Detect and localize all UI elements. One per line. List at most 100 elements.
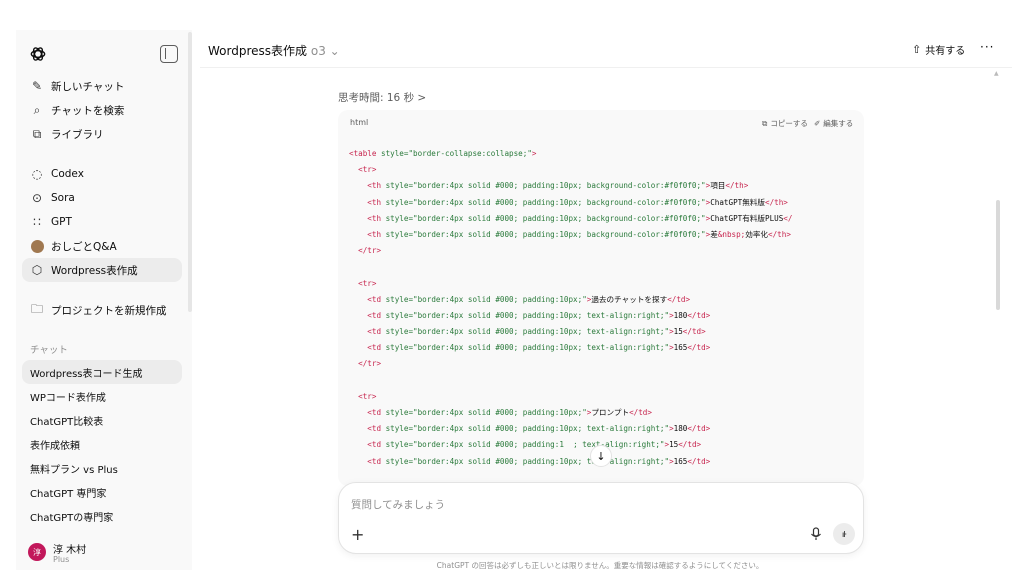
chat-item[interactable]: 無料プラン vs Plus: [22, 456, 182, 480]
code-token: style=: [376, 149, 409, 158]
chat-item[interactable]: WPコード表作成: [22, 384, 182, 408]
code-token: &nbsp;: [717, 229, 746, 239]
code-token: "border:4px solid #000; padding:10px; te…: [413, 310, 670, 320]
code-content: <table style="border-collapse:collapse;"…: [349, 146, 864, 470]
sidebar-item-codex[interactable]: ◌ Codex: [22, 162, 182, 186]
scroll-down-button[interactable]: ↓: [590, 445, 612, 467]
code-token: 差: [710, 229, 718, 239]
chats-heading: チャット: [30, 345, 68, 356]
model-selector[interactable]: Wordpress表作成 o3 ⌄: [208, 42, 340, 59]
share-icon: ⇧: [912, 43, 922, 56]
code-token: "border:4px solid #000; padding:10px; te…: [413, 424, 670, 434]
code-token: style=: [381, 327, 414, 337]
search-icon: ⌕: [33, 102, 41, 117]
chat-item[interactable]: ChatGPT比較表: [22, 408, 182, 432]
code-token: "border-collapse:collapse;": [408, 149, 532, 158]
chat-item[interactable]: ChatGPT 専門家: [22, 480, 182, 504]
copy-button[interactable]: ⧉ コピーする: [762, 118, 808, 129]
sidebar-item-label: おしごとQ&A: [51, 240, 117, 253]
code-token: <td: [367, 424, 382, 434]
sidebar-item-search-chats[interactable]: ⌕ チャットを検索: [22, 98, 182, 122]
code-token: style=: [381, 181, 414, 191]
edit-label: 編集する: [823, 119, 854, 128]
code-line: <th style="border:4px solid #000; paddin…: [349, 178, 864, 194]
main-scrollbar[interactable]: ▲: [994, 70, 1000, 510]
code-language: html: [350, 118, 369, 127]
message-input[interactable]: 質問してみましょう: [351, 497, 445, 512]
edit-icon: ✎: [31, 79, 43, 93]
code-token: 180: [673, 424, 688, 434]
code-token: <tr>: [358, 165, 377, 175]
code-line: <tr>: [349, 389, 864, 405]
chatgpt-logo-icon[interactable]: [28, 44, 48, 64]
code-token: <td: [367, 456, 382, 466]
code-token: <th: [367, 181, 382, 191]
code-line: </tr>: [349, 243, 864, 259]
code-token: style=: [381, 440, 414, 450]
chat-item[interactable]: 表作成依頼: [22, 432, 182, 456]
edit-code-icon: ✐: [814, 119, 821, 128]
scrollbar-thumb[interactable]: [996, 200, 1000, 310]
user-plan: Plus: [53, 555, 70, 564]
sidebar-item-new-chat[interactable]: ✎ 新しいチャット: [22, 74, 182, 98]
code-token: 項目: [710, 181, 726, 191]
sidebar-item-label: プロジェクトを新規作成: [51, 304, 167, 317]
sidebar-header: [16, 42, 192, 66]
app-window: ✎ 新しいチャット ⌕ チャットを検索 ⧉ ライブラリ ◌ Codex ⊙ So…: [0, 30, 1024, 570]
codex-icon: ◌: [31, 167, 43, 181]
code-token: style=: [381, 213, 414, 223]
user-name: 淳 木村: [53, 545, 87, 556]
code-token: </th>: [765, 197, 788, 207]
code-token: </td>: [678, 440, 702, 450]
sidebar-item-label: Sora: [51, 192, 75, 204]
code-token: "border:4px solid #000; padding:1: [413, 440, 564, 450]
code-token: </tr>: [358, 359, 382, 369]
code-token: style=: [381, 229, 414, 239]
code-token: </td>: [687, 424, 711, 434]
edit-button[interactable]: ✐ 編集する: [814, 118, 853, 129]
microphone-icon[interactable]: [809, 527, 823, 541]
sidebar-item-library[interactable]: ⧉ ライブラリ: [22, 122, 182, 146]
sidebar-item-gpt[interactable]: ∷ GPT: [22, 210, 182, 234]
code-line: <td style="border:4px solid #000; paddin…: [349, 308, 864, 324]
sidebar-scrollbar[interactable]: [188, 32, 192, 312]
code-token: style=: [381, 310, 414, 320]
sidebar-item-new-project[interactable]: 🗀 プロジェクトを新規作成: [22, 298, 182, 322]
user-profile[interactable]: 淳 淳 木村 Plus: [26, 538, 186, 568]
thinking-time[interactable]: 思考時間: 16 秒 >: [338, 90, 426, 105]
copy-icon: ⧉: [762, 118, 768, 128]
sidebar-toggle-icon[interactable]: [160, 45, 178, 63]
code-token: </th>: [768, 229, 791, 239]
cube-icon: ⬡: [31, 263, 43, 277]
code-token: "border:4px solid #000; padding:10px; te…: [413, 343, 670, 353]
share-button[interactable]: ⇧ 共有する: [912, 42, 965, 57]
code-line: </tr>: [349, 356, 864, 372]
code-line: <th style="border:4px solid #000; paddin…: [349, 211, 864, 227]
code-token: </td>: [667, 294, 691, 304]
sidebar-item-wordpress[interactable]: ⬡ Wordpress表作成: [22, 258, 182, 282]
code-token: "border:4px solid #000; padding:10px;": [413, 294, 587, 304]
code-token: "border:4px solid #000; padding:10px; te…: [413, 456, 670, 466]
sidebar-item-oshigoto[interactable]: おしごとQ&A: [22, 234, 182, 258]
code-token: <th: [367, 213, 382, 223]
avatar: 淳: [28, 543, 46, 561]
code-token: style=: [381, 424, 414, 434]
sidebar-item-sora[interactable]: ⊙ Sora: [22, 186, 182, 210]
voice-mode-button[interactable]: ıl·: [833, 523, 855, 545]
code-token: 過去のチャットを探す: [591, 294, 668, 304]
more-options-icon[interactable]: ···: [980, 40, 994, 54]
waveform-icon: ıl·: [842, 529, 847, 539]
chat-item[interactable]: ChatGPTの専門家: [22, 504, 182, 528]
chat-item[interactable]: Wordpress表コード生成: [22, 360, 182, 384]
plus-icon[interactable]: +: [351, 525, 364, 544]
